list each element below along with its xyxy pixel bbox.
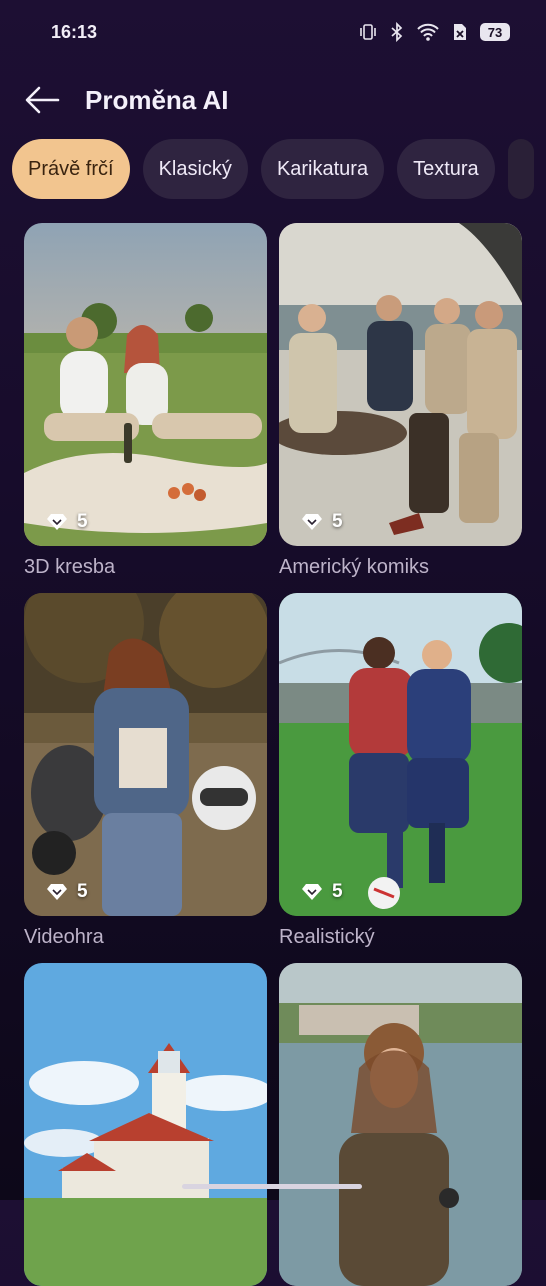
tab-more[interactable] <box>507 139 534 199</box>
style-thumbnail: 5 <box>24 223 267 546</box>
category-tabs: Právě frčí Klasický Karikatura Textura <box>12 139 534 199</box>
status-icons: 73 <box>358 20 510 44</box>
style-card-lighthouse[interactable] <box>24 963 267 1286</box>
style-thumbnail: 5 <box>279 223 522 546</box>
cost-value: 5 <box>77 511 88 532</box>
header: Proměna AI <box>0 66 546 136</box>
gem-icon <box>302 514 322 530</box>
style-card-videohra[interactable]: 5 Videohra <box>24 593 267 948</box>
tab-karikatura[interactable]: Karikatura <box>260 139 385 199</box>
style-card-3d-kresba[interactable]: 5 3D kresba <box>24 223 267 578</box>
style-thumbnail <box>279 963 522 1286</box>
page-title: Proměna AI <box>85 85 229 115</box>
style-label: Videohra <box>24 926 104 948</box>
status-time: 16:13 <box>51 22 98 42</box>
wifi-icon <box>416 22 440 42</box>
status-bar: 16:13 73 <box>0 0 546 66</box>
cost-badge: 5 <box>46 511 88 533</box>
tab-klasicky[interactable]: Klasický <box>142 139 248 199</box>
style-label: Realistický <box>279 926 375 948</box>
cost-badge: 5 <box>301 511 343 533</box>
gem-icon <box>47 514 67 530</box>
battery-indicator: 73 <box>480 23 510 41</box>
tab-prave-frci[interactable]: Právě frčí <box>12 139 130 199</box>
style-card-americky-komiks[interactable]: 5 Americký komiks <box>279 223 522 578</box>
gem-icon <box>302 884 322 900</box>
no-sim-icon <box>452 22 468 42</box>
cost-value: 5 <box>332 511 343 532</box>
cost-value: 5 <box>332 881 343 902</box>
back-arrow-icon <box>25 86 60 114</box>
bluetooth-icon <box>390 22 404 42</box>
style-thumbnail: 5 <box>24 593 267 916</box>
style-label: Americký komiks <box>279 556 430 578</box>
style-thumbnail: 5 <box>279 593 522 916</box>
cost-value: 5 <box>77 881 88 902</box>
style-label: 3D kresba <box>24 556 116 578</box>
tab-textura[interactable]: Textura <box>397 139 495 199</box>
style-thumbnail <box>24 963 267 1286</box>
cost-badge: 5 <box>46 881 88 903</box>
gem-icon <box>47 884 67 900</box>
home-indicator[interactable] <box>182 1184 362 1189</box>
style-card-portrait[interactable] <box>279 963 522 1286</box>
style-card-realisticky[interactable]: 5 Realistický <box>279 593 522 948</box>
cost-badge: 5 <box>301 881 343 903</box>
vibrate-icon <box>358 22 378 42</box>
back-button[interactable] <box>22 80 62 120</box>
